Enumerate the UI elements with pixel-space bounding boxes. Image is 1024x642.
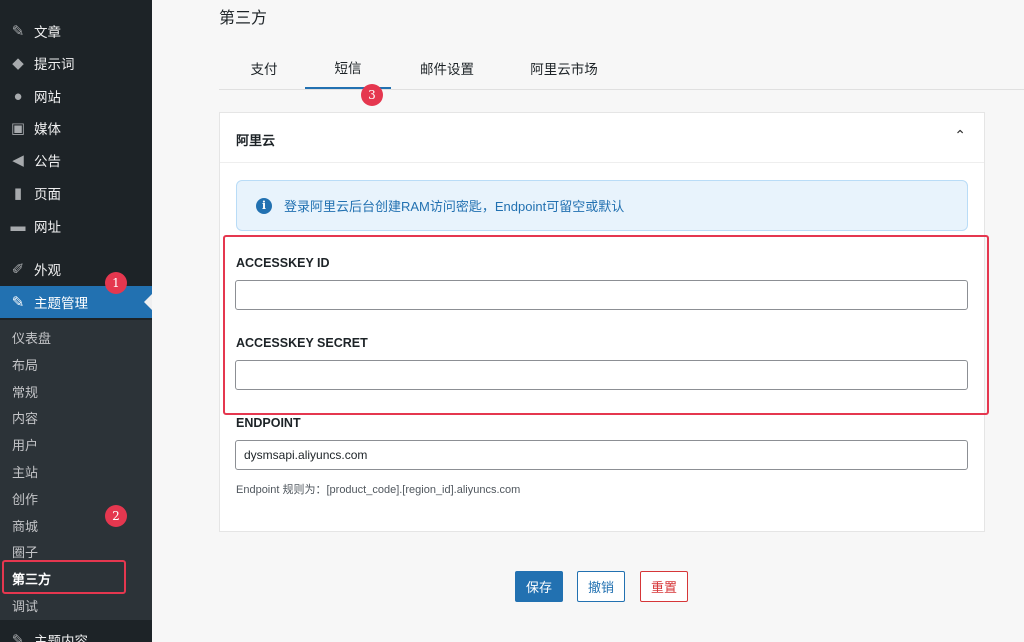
endpoint-input[interactable] bbox=[235, 440, 968, 470]
submenu-general[interactable]: 常规 bbox=[0, 378, 152, 404]
tab-aliyun-market[interactable]: 阿里云市场 bbox=[519, 46, 609, 89]
menu-item-appearance[interactable]: ✐ 外观 bbox=[0, 253, 152, 285]
menu-label: 网站 bbox=[34, 90, 61, 105]
media-icon: ▣ bbox=[10, 120, 26, 137]
paintbrush-icon: ✎ bbox=[11, 294, 25, 311]
menu-label: 公告 bbox=[34, 154, 61, 169]
highlight-credentials-box bbox=[223, 235, 989, 415]
highlight-third-party-box bbox=[2, 560, 126, 594]
step-badge-3: 3 bbox=[361, 84, 383, 106]
step-badge-1: 1 bbox=[105, 272, 127, 294]
menu-item-theme-content[interactable]: ✎ 主题内容 bbox=[0, 624, 152, 642]
pushpin-icon: ✎ bbox=[11, 23, 25, 40]
endpoint-help-text: Endpoint 规则为：[product_code].[region_id].… bbox=[236, 484, 521, 496]
page-title: 第三方 bbox=[219, 10, 268, 27]
menu-item-sites[interactable]: ● 网站 bbox=[0, 80, 152, 112]
menu-item-pages[interactable]: ▮ 页面 bbox=[0, 177, 152, 209]
step-badge-2: 2 bbox=[105, 505, 127, 527]
menu-label: 媒体 bbox=[34, 122, 61, 137]
brush-icon: ✎ bbox=[11, 632, 25, 642]
submenu-users[interactable]: 用户 bbox=[0, 431, 152, 457]
submenu-shop[interactable]: 商城 bbox=[0, 512, 152, 538]
menu-item-posts[interactable]: ✎ 文章 bbox=[0, 15, 152, 47]
tab-payment[interactable]: 支付 bbox=[234, 46, 294, 89]
info-icon: i bbox=[256, 197, 272, 214]
menu-label: 主题管理 bbox=[34, 296, 88, 311]
menu-label: 主题内容 bbox=[34, 634, 88, 642]
info-notice: i 登录阿里云后台创建RAM访问密匙，Endpoint可留空或默认 bbox=[236, 180, 968, 231]
menu-label: 提示词 bbox=[34, 57, 75, 72]
panel-header[interactable]: 阿里云 ⌃ bbox=[220, 113, 984, 163]
chevron-up-icon[interactable]: ⌃ bbox=[954, 127, 966, 144]
menu-item-theme-management[interactable]: ✎ 主题管理 bbox=[0, 286, 152, 318]
menu-label: 外观 bbox=[34, 263, 61, 278]
menu-item-media[interactable]: ▣ 媒体 bbox=[0, 112, 152, 144]
tab-sms[interactable]: 短信 bbox=[305, 46, 391, 89]
folder-icon: ▬ bbox=[10, 217, 26, 235]
submenu-create[interactable]: 创作 bbox=[0, 485, 152, 511]
cancel-button[interactable]: 撤销 bbox=[577, 571, 625, 602]
tab-bar: 支付 短信 邮件设置 阿里云市场 bbox=[219, 46, 1024, 90]
notice-text: 登录阿里云后台创建RAM访问密匙，Endpoint可留空或默认 bbox=[284, 199, 625, 214]
submenu-debug[interactable]: 调试 bbox=[0, 592, 152, 618]
menu-label: 页面 bbox=[34, 187, 61, 202]
brush-icon: ✐ bbox=[11, 261, 25, 278]
submenu-content[interactable]: 内容 bbox=[0, 404, 152, 430]
tag-icon: ◆ bbox=[12, 55, 24, 72]
menu-label: 文章 bbox=[34, 25, 61, 40]
submenu-layout[interactable]: 布局 bbox=[0, 351, 152, 377]
menu-item-prompts[interactable]: ◆ 提示词 bbox=[0, 47, 152, 79]
menu-item-urls[interactable]: ▬ 网址 bbox=[0, 210, 152, 242]
submenu-dashboard[interactable]: 仪表盘 bbox=[0, 324, 152, 350]
menu-label: 网址 bbox=[34, 220, 61, 235]
menu-item-announcements[interactable]: ◀ 公告 bbox=[0, 144, 152, 176]
submenu-main-site[interactable]: 主站 bbox=[0, 458, 152, 484]
endpoint-label: ENDPOINT bbox=[236, 416, 301, 430]
save-button[interactable]: 保存 bbox=[515, 571, 563, 602]
reset-button[interactable]: 重置 bbox=[640, 571, 688, 602]
panel-title: 阿里云 bbox=[236, 133, 276, 148]
tab-email-settings[interactable]: 邮件设置 bbox=[407, 46, 487, 89]
globe-icon: ● bbox=[13, 87, 23, 105]
admin-sidebar: ✎ 文章 ◆ 提示词 ● 网站 ▣ 媒体 ◀ 公告 ▮ 页面 ▬ 网址 ✐ 外观… bbox=[0, 0, 152, 642]
page-icon: ▮ bbox=[13, 185, 23, 202]
megaphone-icon: ◀ bbox=[12, 152, 24, 169]
